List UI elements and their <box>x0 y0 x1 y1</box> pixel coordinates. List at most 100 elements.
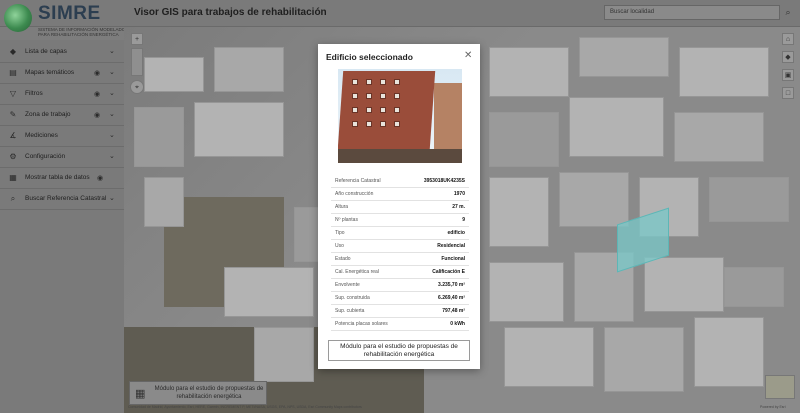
table-row: Potencia placas solares 0 kWh <box>331 318 469 331</box>
attr-value: 1970 <box>453 191 465 197</box>
pencil-icon: ✎ <box>9 110 17 119</box>
chevron-down-icon: ⌄ <box>109 69 115 76</box>
eye-off-icon[interactable]: ◉ <box>97 174 103 182</box>
photo-street <box>338 149 462 163</box>
zoom-slider[interactable] <box>131 48 143 76</box>
photo-window <box>352 93 358 99</box>
building-attributes: Referencia Catastral 3953018UK4235S Año c… <box>331 175 469 331</box>
eye-off-icon[interactable]: ◉ <box>94 69 100 77</box>
sidebar-item-layers[interactable]: ◆ Lista de capas ⌄ <box>0 42 124 63</box>
map-building <box>194 102 284 157</box>
attr-value: Calificación E <box>432 269 465 275</box>
map-building <box>489 177 549 247</box>
minimap[interactable] <box>765 375 795 399</box>
zoom-in-button[interactable]: + <box>131 33 143 45</box>
layers-icon[interactable]: ◆ <box>782 51 794 63</box>
chevron-down-icon: ⌄ <box>109 132 115 139</box>
building-photo <box>338 69 462 163</box>
sidebar-item-label: Lista de capas <box>25 48 67 55</box>
ruler-icon: ∡ <box>9 131 17 140</box>
rehab-module-dialog-button[interactable]: Módulo para el estudio de propuestas de … <box>328 340 470 361</box>
map-building <box>724 267 784 307</box>
photo-window <box>394 93 400 99</box>
page-title: Visor GIS para trabajos de rehabilitació… <box>134 7 327 18</box>
photo-window <box>366 107 372 113</box>
eye-off-icon[interactable]: ◉ <box>94 90 100 98</box>
photo-window <box>366 93 372 99</box>
search-icon: ⌕ <box>10 194 16 203</box>
sidebar: ◆ Lista de capas ⌄ ▤ Mapas temáticos ◉ ⌄… <box>0 40 124 413</box>
attr-key: Referencia Catastral <box>335 178 381 184</box>
map-building <box>489 47 569 97</box>
search-input[interactable]: Buscar localidad <box>604 5 780 20</box>
photo-window <box>380 107 386 113</box>
attr-key: Sup. construida <box>335 295 370 301</box>
sidebar-item-label: Mostrar tabla de datos <box>25 174 90 181</box>
search-icon[interactable]: ⌕ <box>781 5 795 20</box>
sidebar-item-thematic-maps[interactable]: ▤ Mapas temáticos ◉ ⌄ <box>0 63 124 84</box>
photo-window <box>380 93 386 99</box>
attr-value: Residencial <box>437 243 465 249</box>
logo-subtitle: SISTEMA DE INFORMACIÓN MODELADO PARA REH… <box>38 27 126 37</box>
table-row: Uso Residencial <box>331 240 469 253</box>
sidebar-item-filters[interactable]: ▽ Filtros ◉ ⌄ <box>0 84 124 105</box>
table-row: Tipo edificio <box>331 227 469 240</box>
table-row: Sup. construida 6.269,40 m² <box>331 292 469 305</box>
attr-value: Funcional <box>441 256 465 262</box>
sidebar-item-cadastral-search[interactable]: ⌕ Buscar Referencia Catastral ⌄ <box>0 189 124 210</box>
table-row: Sup. cubierta 797,48 m² <box>331 305 469 318</box>
photo-window <box>352 107 358 113</box>
rehab-module-button[interactable]: ▦ Módulo para el estudio de propuestas d… <box>129 381 267 405</box>
gear-icon: ⚙ <box>9 152 17 161</box>
powered-by[interactable]: Powered by Esri <box>760 405 785 409</box>
table-icon: ▦ <box>9 173 17 182</box>
attr-key: Tipo <box>335 230 345 236</box>
photo-window <box>394 107 400 113</box>
map-building <box>504 327 594 387</box>
map-building <box>644 257 724 312</box>
attr-value: 9 <box>462 217 465 223</box>
attr-key: Envolvente <box>335 282 360 288</box>
rehab-module-label: Módulo para el estudio de propuestas de … <box>154 386 264 400</box>
basemap-icon[interactable]: ▣ <box>782 69 794 81</box>
home-icon[interactable]: ⌂ <box>782 33 794 45</box>
map-building <box>679 47 769 97</box>
map-building <box>144 177 184 227</box>
photo-window <box>394 79 400 85</box>
map-building <box>254 327 314 382</box>
map-building <box>709 177 789 222</box>
sidebar-item-data-table[interactable]: ▦ Mostrar tabla de datos ◉ <box>0 168 124 189</box>
map-building <box>224 267 314 317</box>
map-building <box>214 47 284 92</box>
fullscreen-icon[interactable]: □ <box>782 87 794 99</box>
attr-key: Año construcción <box>335 191 374 197</box>
app-header: SIMRE Visor GIS para trabajos de rehabil… <box>0 0 800 32</box>
sidebar-item-label: Configuración <box>25 153 66 160</box>
simre-logo-icon <box>4 4 32 32</box>
dialog-title: Edificio seleccionado <box>326 52 413 62</box>
filter-icon: ▽ <box>9 89 17 98</box>
building-icon: ▦ <box>135 388 146 400</box>
map-attribution: Comunidad de Madrid, Ayuntamiento, Esri,… <box>128 405 362 409</box>
chevron-down-icon: ⌄ <box>109 153 115 160</box>
compass-icon[interactable]: ⌖ <box>130 80 144 94</box>
sidebar-item-settings[interactable]: ⚙ Configuración ⌄ <box>0 147 124 168</box>
attr-key: Uso <box>335 243 344 249</box>
table-row: Envolvente 3.235,70 m² <box>331 279 469 292</box>
map-building <box>674 112 764 162</box>
map-building <box>569 97 664 157</box>
attr-value: 3953018UK4235S <box>423 178 465 184</box>
close-icon[interactable]: ✕ <box>464 50 472 61</box>
photo-window <box>380 121 386 127</box>
chevron-down-icon: ⌄ <box>109 111 115 118</box>
attr-key: Altura <box>335 204 349 210</box>
sidebar-item-measurements[interactable]: ∡ Mediciones ⌄ <box>0 126 124 147</box>
attr-value: 797,48 m² <box>442 308 465 314</box>
table-row: Referencia Catastral 3953018UK4235S <box>331 175 469 188</box>
map-building <box>489 262 564 322</box>
map-building <box>559 172 629 227</box>
attr-key: Estado <box>335 256 351 262</box>
eye-off-icon[interactable]: ◉ <box>94 111 100 119</box>
sidebar-item-work-zone[interactable]: ✎ Zona de trabajo ◉ ⌄ <box>0 105 124 126</box>
sidebar-item-label: Zona de trabajo <box>25 111 71 118</box>
